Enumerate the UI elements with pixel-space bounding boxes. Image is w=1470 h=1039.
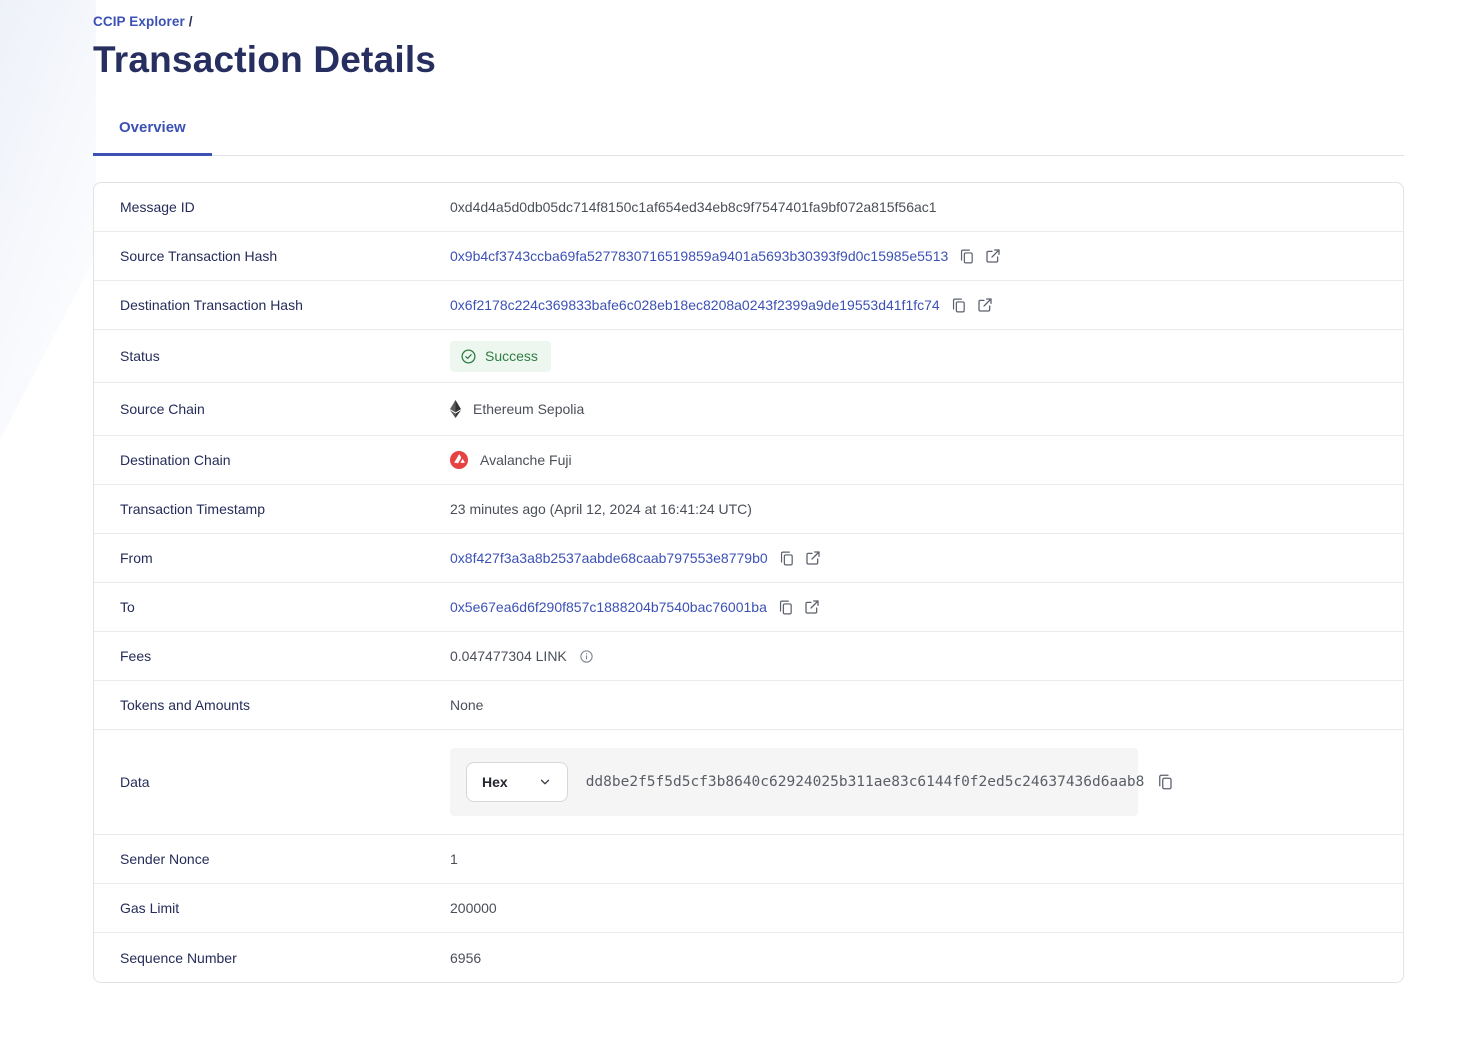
table-row-sequence-number: Sequence Number 6956	[94, 933, 1403, 982]
table-row-from: From 0x8f427f3a3a8b2537aabde68caab797553…	[94, 534, 1403, 583]
table-row-data: Data Hex dd8be2f5f5d5cf3b8640c62924025b3…	[94, 730, 1403, 835]
info-icon[interactable]	[579, 649, 594, 664]
row-label: Destination Transaction Hash	[94, 297, 450, 313]
tab-bar: Overview	[93, 119, 1404, 156]
dest-tx-hash-link[interactable]: 0x6f2178c224c369833bafe6c028eb18ec8208a0…	[450, 297, 940, 313]
data-format-select[interactable]: Hex	[466, 762, 568, 802]
external-link-icon[interactable]	[804, 599, 820, 615]
external-link-icon[interactable]	[805, 550, 821, 566]
data-format-selected: Hex	[482, 774, 508, 790]
copy-icon[interactable]	[777, 599, 794, 616]
check-circle-icon	[460, 348, 477, 365]
table-row-tokens: Tokens and Amounts None	[94, 681, 1403, 730]
row-label: Source Chain	[94, 401, 450, 417]
copy-icon[interactable]	[950, 297, 967, 314]
row-label: Message ID	[94, 199, 450, 215]
external-link-icon[interactable]	[977, 297, 993, 313]
tab-overview[interactable]: Overview	[93, 119, 212, 155]
ethereum-icon	[450, 400, 461, 418]
row-label: Source Transaction Hash	[94, 248, 450, 264]
page-title: Transaction Details	[93, 39, 1404, 81]
sender-nonce-value: 1	[450, 851, 458, 867]
table-row-dest-tx-hash: Destination Transaction Hash 0x6f2178c22…	[94, 281, 1403, 330]
table-row-sender-nonce: Sender Nonce 1	[94, 835, 1403, 884]
row-label: Transaction Timestamp	[94, 501, 450, 517]
copy-icon[interactable]	[958, 248, 975, 265]
breadcrumb-separator: /	[189, 14, 193, 29]
copy-icon[interactable]	[1156, 773, 1174, 791]
source-chain: Ethereum Sepolia	[450, 400, 584, 418]
dest-chain: Avalanche Fuji	[450, 451, 572, 469]
row-label: Sequence Number	[94, 950, 450, 966]
table-row-source-chain: Source Chain Ethereum Sepolia	[94, 383, 1403, 436]
breadcrumb: CCIP Explorer /	[93, 14, 1404, 29]
page-container: CCIP Explorer / Transaction Details Over…	[93, 0, 1404, 983]
breadcrumb-link-ccip-explorer[interactable]: CCIP Explorer	[93, 14, 185, 29]
row-label: From	[94, 550, 450, 566]
message-id-value: 0xd4d4a5d0db05dc714f8150c1af654ed34eb8c9…	[450, 199, 937, 215]
row-label: Sender Nonce	[94, 851, 450, 867]
data-hex-box: Hex dd8be2f5f5d5cf3b8640c62924025b311ae8…	[450, 748, 1138, 816]
table-row-source-tx-hash: Source Transaction Hash 0x9b4cf3743ccba6…	[94, 232, 1403, 281]
row-label: Destination Chain	[94, 452, 450, 468]
source-tx-hash-link[interactable]: 0x9b4cf3743ccba69fa5277830716519859a9401…	[450, 248, 948, 264]
table-row-dest-chain: Destination Chain Avalanche Fuji	[94, 436, 1403, 485]
dest-chain-name: Avalanche Fuji	[480, 452, 572, 468]
table-row-status: Status Success	[94, 330, 1403, 383]
row-label: Gas Limit	[94, 900, 450, 916]
source-chain-name: Ethereum Sepolia	[473, 401, 584, 417]
row-label: Tokens and Amounts	[94, 697, 450, 713]
from-address-link[interactable]: 0x8f427f3a3a8b2537aabde68caab797553e8779…	[450, 550, 768, 566]
fees-value: 0.047477304 LINK	[450, 648, 567, 664]
avalanche-icon	[450, 451, 468, 469]
row-label: Status	[94, 348, 450, 364]
table-row-timestamp: Transaction Timestamp 23 minutes ago (Ap…	[94, 485, 1403, 534]
timestamp-value: 23 minutes ago (April 12, 2024 at 16:41:…	[450, 501, 752, 517]
status-badge: Success	[450, 341, 551, 372]
to-address-link[interactable]: 0x5e67ea6d6f290f857c1888204b7540bac76001…	[450, 599, 767, 615]
data-hex-value: dd8be2f5f5d5cf3b8640c62924025b311ae83c61…	[586, 774, 1145, 790]
background-gradient-decoration	[0, 0, 96, 440]
table-row-fees: Fees 0.047477304 LINK	[94, 632, 1403, 681]
table-row-to: To 0x5e67ea6d6f290f857c1888204b7540bac76…	[94, 583, 1403, 632]
chevron-down-icon	[538, 775, 552, 789]
row-label: Fees	[94, 648, 450, 664]
row-label: Data	[94, 774, 450, 790]
row-label: To	[94, 599, 450, 615]
table-row-message-id: Message ID 0xd4d4a5d0db05dc714f8150c1af6…	[94, 183, 1403, 232]
copy-icon[interactable]	[778, 550, 795, 567]
transaction-details-card: Message ID 0xd4d4a5d0db05dc714f8150c1af6…	[93, 182, 1404, 983]
table-row-gas-limit: Gas Limit 200000	[94, 884, 1403, 933]
gas-limit-value: 200000	[450, 900, 497, 916]
tokens-value: None	[450, 697, 483, 713]
sequence-number-value: 6956	[450, 950, 481, 966]
external-link-icon[interactable]	[985, 248, 1001, 264]
status-badge-label: Success	[485, 348, 538, 364]
